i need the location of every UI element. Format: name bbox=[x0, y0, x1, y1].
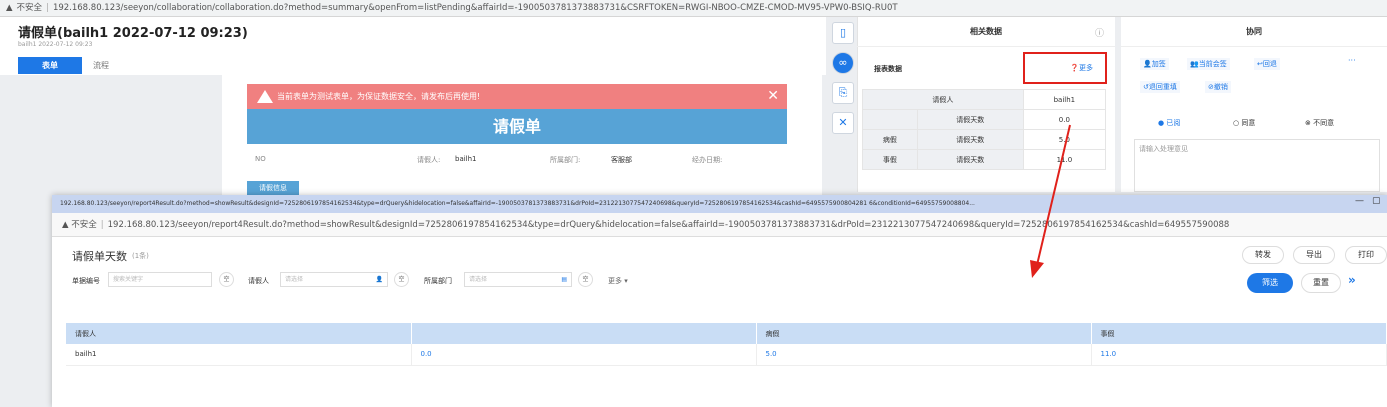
popup-body bbox=[52, 237, 1387, 407]
dept-value: 客服部 bbox=[611, 156, 632, 164]
report-count: (1条) bbox=[132, 252, 149, 260]
section-chip: 请假信息 bbox=[247, 181, 299, 195]
help-icon: ❓ bbox=[1070, 64, 1079, 72]
warning-icon: ▲ bbox=[6, 3, 13, 13]
applicant-label: 请假人: bbox=[417, 156, 441, 164]
test-form-alert: 当前表单为测试表单，为保证数据安全，请发布后再使用! ✕ bbox=[247, 84, 787, 109]
popup-address-bar[interactable]: ▲ 不安全 | 192.168.80.123/seeyon/report4Resul… bbox=[52, 213, 1387, 237]
related-data-title: 相关数据 bbox=[857, 17, 1115, 47]
filter-dept-clear[interactable]: 空 bbox=[578, 272, 593, 287]
doc-title: 请假单(bailh1 2022-07-12 09:23) bbox=[18, 26, 248, 41]
filter-no-label: 单据编号 bbox=[72, 277, 100, 285]
link-icon[interactable]: ⎘ bbox=[832, 82, 854, 104]
report-title: 请假单天数 bbox=[72, 250, 127, 263]
return-refill-button[interactable]: ↺退回重填 bbox=[1140, 81, 1180, 93]
table-row[interactable]: bailh1 0.0 5.0 11.0 bbox=[66, 344, 1387, 366]
rollback-button[interactable]: ↩回退 bbox=[1254, 58, 1280, 70]
expand-icon[interactable]: » bbox=[1348, 273, 1356, 287]
opt-read[interactable]: ● 已阅 bbox=[1158, 118, 1180, 128]
book-icon[interactable]: ▯ bbox=[832, 22, 854, 44]
org-icon: ▤ bbox=[561, 276, 567, 283]
related-data-table: 请假人 bailh1 请假天数 0.0 病假 请假天数 5.0 事假 请假天数 11.0 bbox=[862, 89, 1107, 170]
more-icon[interactable]: ··· bbox=[1348, 56, 1356, 65]
export-button[interactable]: 导出 bbox=[1293, 246, 1335, 264]
maximize-icon[interactable]: ▢ bbox=[1372, 196, 1381, 206]
current-sign-button[interactable]: 👥当前会签 bbox=[1187, 58, 1230, 70]
report-table: 请假人 病假 事假 bailh1 0.0 5.0 11.0 bbox=[66, 323, 1387, 366]
table-row: 请假天数 0.0 bbox=[862, 109, 1107, 130]
tab-form[interactable]: 表单 bbox=[18, 57, 82, 74]
more-link[interactable]: ❓更多 bbox=[1023, 52, 1107, 84]
report-data-label: 报表数据 bbox=[874, 65, 902, 73]
info-icon[interactable]: ⓘ bbox=[1095, 26, 1104, 39]
minimize-icon[interactable]: — bbox=[1355, 196, 1364, 206]
close-icon[interactable]: ✕ bbox=[767, 84, 779, 109]
filter-person-clear[interactable]: 空 bbox=[394, 272, 409, 287]
warning-icon bbox=[257, 90, 273, 103]
table-row: 请假人 bailh1 bbox=[862, 89, 1107, 110]
filter-more[interactable]: 更多 ▾ bbox=[608, 276, 628, 286]
opt-agree[interactable]: ○ 同意 bbox=[1233, 118, 1255, 128]
background-address-bar[interactable]: ▲ 不安全 | 192.168.80.123/seeyon/collaboration… bbox=[0, 0, 1387, 17]
filter-no-clear[interactable]: 空 bbox=[219, 272, 234, 287]
filter-person-label: 请假人 bbox=[248, 277, 269, 285]
popup-title-bar[interactable]: 192.168.80.123/seeyon/report4Result.do?m… bbox=[52, 195, 1387, 213]
add-sign-button[interactable]: 👤加签 bbox=[1140, 58, 1169, 70]
alert-text: 当前表单为测试表单，为保证数据安全，请发布后再使用! bbox=[277, 92, 481, 101]
filter-no-input[interactable]: 搜索关键字 bbox=[108, 272, 212, 287]
url-text[interactable]: 192.168.80.123/seeyon/collaboration/coll… bbox=[53, 3, 898, 13]
table-row: 事假 请假天数 11.0 bbox=[862, 149, 1107, 170]
security-label: 不安全 bbox=[16, 3, 43, 13]
doc-subtitle: bailh1 2022-07-12 09:23 bbox=[18, 41, 93, 48]
table-row: 病假 请假天数 5.0 bbox=[862, 129, 1107, 150]
filter-dept-label: 所属部门 bbox=[424, 277, 452, 285]
opinion-textarea[interactable]: 请输入处理意见 bbox=[1134, 139, 1380, 192]
collaboration-title: 协同 bbox=[1121, 17, 1387, 47]
filter-dept-input[interactable]: 请选择 ▤ bbox=[464, 272, 572, 287]
revoke-button[interactable]: ⊘撤销 bbox=[1205, 81, 1231, 93]
warning-icon: ▲ bbox=[62, 220, 72, 230]
forward-button[interactable]: 转发 bbox=[1242, 246, 1284, 264]
reset-button[interactable]: 重置 bbox=[1301, 273, 1341, 293]
user-icon: 👤 bbox=[375, 276, 383, 283]
tab-flow[interactable]: 流程 bbox=[93, 57, 133, 74]
related-data-icon[interactable]: ∞ bbox=[832, 52, 854, 74]
filter-person-input[interactable]: 请选择 👤 bbox=[280, 272, 388, 287]
dept-label: 所属部门: bbox=[550, 156, 581, 164]
no-label: NO bbox=[255, 155, 266, 163]
print-button[interactable]: 打印 bbox=[1345, 246, 1387, 264]
applicant-value: bailh1 bbox=[455, 155, 477, 163]
close-icon[interactable]: ✕ bbox=[832, 112, 854, 134]
filter-button[interactable]: 筛选 bbox=[1247, 273, 1293, 293]
date-label: 经办日期: bbox=[692, 156, 723, 164]
table-header: 请假人 病假 事假 bbox=[66, 323, 1387, 344]
opt-disagree[interactable]: ⊗ 不同意 bbox=[1305, 118, 1334, 128]
form-banner: 请假单 bbox=[247, 109, 787, 144]
